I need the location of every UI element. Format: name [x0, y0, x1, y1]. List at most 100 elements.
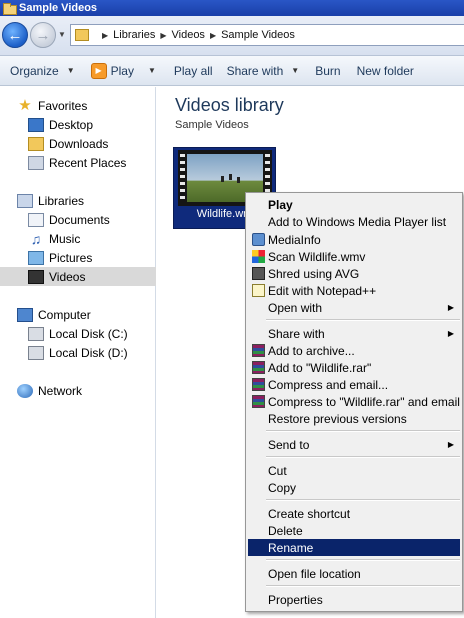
chevron-down-icon: ▼: [66, 66, 75, 75]
star-icon: ★: [18, 96, 32, 114]
nav-libraries[interactable]: Libraries: [0, 191, 156, 210]
menu-label: Open file location: [268, 566, 361, 581]
submenu-arrow-icon: ▶: [447, 303, 454, 312]
nav-local-disk-c[interactable]: Local Disk (C:): [0, 324, 156, 343]
menu-mediainfo[interactable]: MediaInfo: [248, 231, 460, 248]
menu-scan[interactable]: Scan Wildlife.wmv: [248, 248, 460, 265]
nav-label: Videos: [49, 269, 86, 284]
nav-label: Documents: [49, 212, 110, 227]
menu-add-to-archive[interactable]: Add to archive...: [248, 342, 460, 359]
menu-separator: [266, 456, 460, 458]
winrar-icon: [252, 395, 265, 408]
nav-desktop[interactable]: Desktop: [0, 115, 156, 134]
breadcrumb-videos[interactable]: Videos: [172, 29, 205, 41]
media-player-icon: ▶: [90, 62, 107, 79]
recent-places-icon: [28, 155, 44, 170]
breadcrumb-sample-videos[interactable]: Sample Videos: [221, 29, 295, 41]
address-bar[interactable]: ▶ Libraries ▶ Videos ▶ Sample Videos: [70, 24, 464, 46]
breadcrumb-chevron-icon[interactable]: ▶: [102, 31, 108, 40]
nav-documents[interactable]: Documents: [0, 210, 156, 229]
nav-label: Downloads: [49, 136, 109, 151]
menu-copy[interactable]: Copy: [248, 479, 460, 496]
breadcrumb-chevron-icon[interactable]: ▶: [160, 31, 166, 40]
chevron-down-icon[interactable]: ▼: [148, 66, 156, 75]
forward-button[interactable]: →: [30, 22, 56, 48]
menu-restore-versions[interactable]: Restore previous versions: [248, 410, 460, 427]
menu-label: Play: [268, 197, 293, 212]
menu-rename[interactable]: Rename: [248, 539, 460, 556]
mediainfo-icon: [252, 233, 265, 246]
computer-icon: [17, 307, 33, 322]
menu-shred-avg[interactable]: Shred using AVG: [248, 265, 460, 282]
recent-pages-dropdown-icon[interactable]: ▼: [58, 30, 66, 39]
nav-label: Desktop: [49, 117, 94, 132]
menu-add-wmp-list[interactable]: Add to Windows Media Player list: [248, 213, 460, 230]
menu-cut[interactable]: Cut: [248, 462, 460, 479]
burn-button[interactable]: Burn: [305, 56, 346, 85]
play-button[interactable]: ▶ Play ▼: [81, 56, 162, 85]
nav-music[interactable]: ♫ Music: [0, 229, 156, 248]
context-menu: Play Add to Windows Media Player list Me…: [245, 192, 463, 612]
menu-separator: [266, 585, 460, 587]
menu-separator: [266, 559, 460, 561]
window-title: Sample Videos: [19, 2, 98, 14]
menu-label: Cut: [268, 463, 287, 478]
play-all-button[interactable]: Play all: [162, 56, 219, 85]
breadcrumb-libraries[interactable]: Libraries: [113, 29, 155, 41]
nav-favorites[interactable]: ★ Favorites: [0, 96, 156, 115]
library-subtitle: Sample Videos: [175, 119, 249, 131]
nav-computer[interactable]: Computer: [0, 305, 156, 324]
menu-label: Restore previous versions: [268, 411, 407, 426]
menu-open-with[interactable]: Open with ▶: [248, 299, 460, 316]
nav-label: Recent Places: [49, 155, 127, 170]
back-button[interactable]: ←: [2, 22, 28, 48]
nav-label: Local Disk (C:): [49, 326, 128, 341]
organize-button[interactable]: Organize ▼: [0, 56, 81, 85]
window-title-bar[interactable]: Sample Videos: [0, 0, 464, 16]
shredder-icon: [252, 267, 265, 280]
play-all-label: Play all: [173, 63, 213, 78]
menu-label: Send to: [268, 437, 310, 452]
menu-label: Copy: [268, 480, 297, 495]
command-bar: Organize ▼ ▶ Play ▼ Play all Share with …: [0, 56, 464, 86]
menu-label: Open with: [268, 300, 323, 315]
submenu-arrow-icon: ▶: [447, 440, 454, 449]
nav-recent-places[interactable]: Recent Places: [0, 153, 156, 172]
forward-arrow-icon: →: [35, 26, 51, 44]
menu-label: Scan Wildlife.wmv: [268, 249, 366, 264]
menu-compress-rar-email[interactable]: Compress to "Wildlife.rar" and email: [248, 393, 460, 410]
nav-local-disk-d[interactable]: Local Disk (D:): [0, 343, 156, 362]
menu-add-to-rar[interactable]: Add to "Wildlife.rar": [248, 359, 460, 376]
nav-videos[interactable]: Videos: [0, 267, 156, 286]
menu-send-to[interactable]: Send to ▶: [248, 436, 460, 453]
nav-label: Pictures: [49, 250, 93, 265]
burn-label: Burn: [315, 63, 341, 78]
share-with-button[interactable]: Share with ▼: [219, 56, 306, 85]
back-arrow-icon: ←: [7, 26, 23, 44]
nav-downloads[interactable]: Downloads: [0, 134, 156, 153]
bird-shape: [229, 174, 232, 180]
nav-pictures[interactable]: Pictures: [0, 248, 156, 267]
menu-open-file-location[interactable]: Open file location: [248, 565, 460, 582]
winrar-icon: [252, 344, 265, 357]
navigation-pane: ★ Favorites Desktop Downloads Recent Pla…: [0, 87, 156, 618]
breadcrumb-chevron-icon[interactable]: ▶: [210, 31, 216, 40]
menu-label: Share with: [268, 326, 325, 341]
bird-shape: [221, 176, 224, 182]
menu-share-with[interactable]: Share with ▶: [248, 325, 460, 342]
menu-label: Add to "Wildlife.rar": [268, 360, 372, 375]
documents-icon: [28, 212, 44, 227]
nav-network[interactable]: Network: [0, 381, 156, 400]
desktop-icon: [28, 117, 44, 132]
menu-create-shortcut[interactable]: Create shortcut: [248, 505, 460, 522]
bird-shape: [237, 177, 240, 183]
menu-delete[interactable]: Delete: [248, 522, 460, 539]
menu-compress-email[interactable]: Compress and email...: [248, 376, 460, 393]
menu-play[interactable]: Play: [248, 196, 460, 213]
menu-properties[interactable]: Properties: [248, 591, 460, 608]
music-note-icon: ♫: [30, 230, 42, 247]
menu-edit-notepad[interactable]: Edit with Notepad++: [248, 282, 460, 299]
menu-label: MediaInfo: [268, 232, 321, 247]
share-with-label: Share with: [226, 63, 284, 78]
new-folder-button[interactable]: New folder: [347, 56, 420, 85]
